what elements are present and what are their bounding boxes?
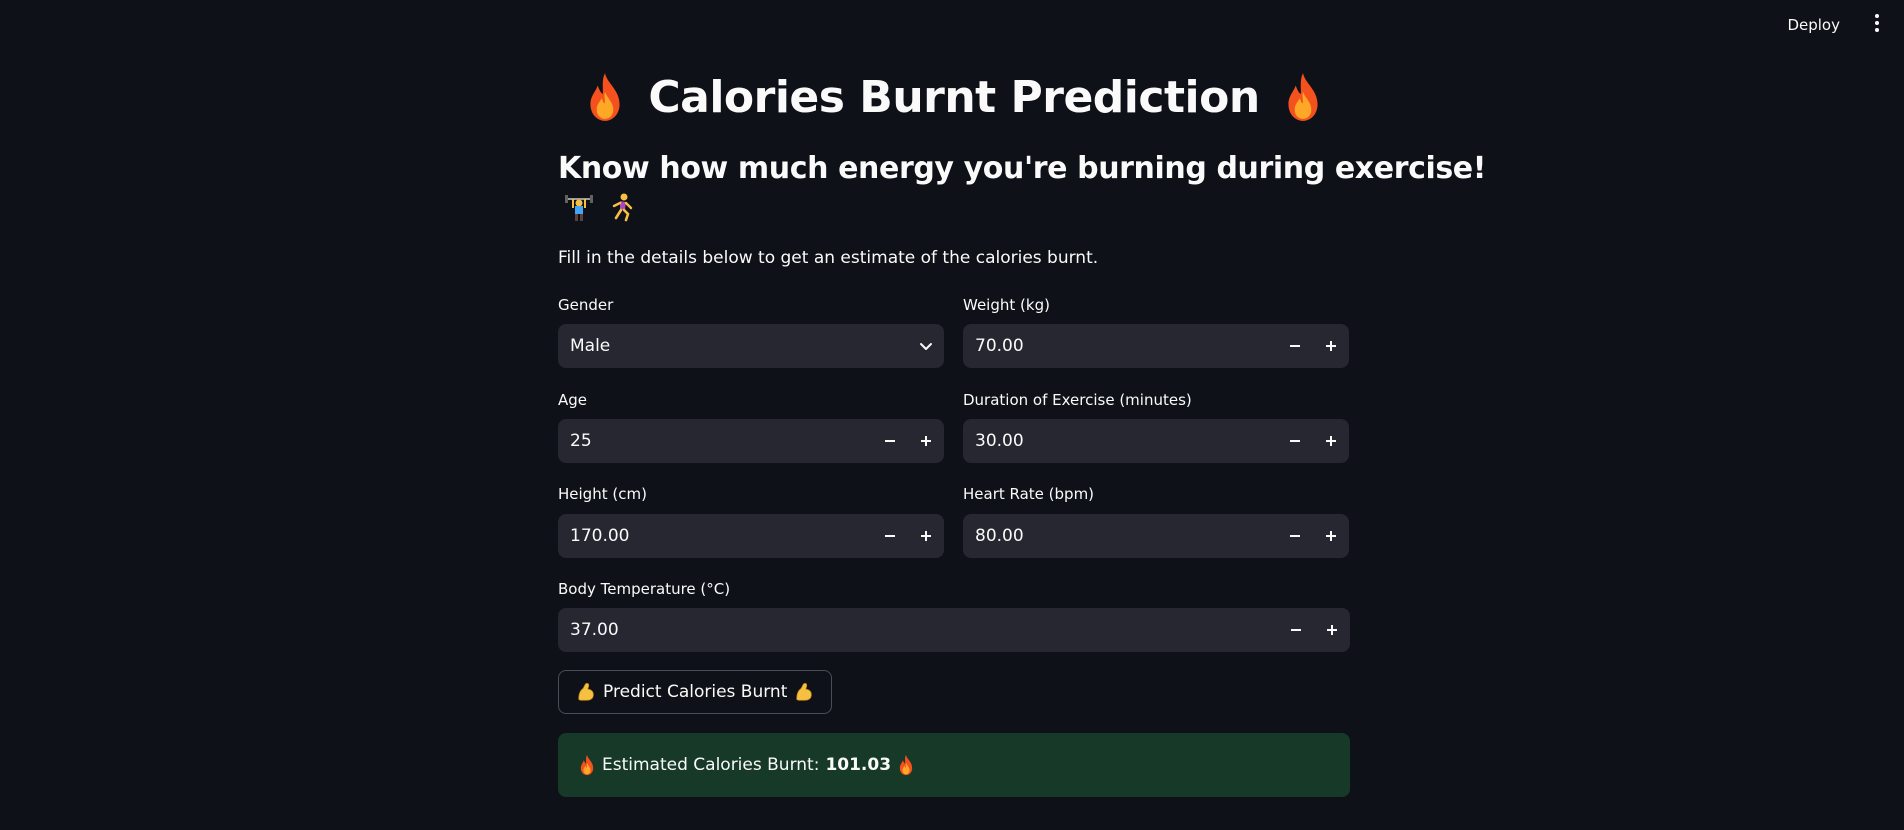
weight-value[interactable]: 70.00 <box>963 336 1277 356</box>
duration-value[interactable]: 30.00 <box>963 431 1277 451</box>
gender-label: Gender <box>558 296 614 314</box>
plus-icon <box>920 435 932 447</box>
plus-icon <box>1326 624 1338 636</box>
page-title: Calories Burnt Prediction <box>558 62 1350 132</box>
page-subtitle: Know how much energy you're burning duri… <box>558 151 1487 186</box>
minus-icon <box>1289 435 1301 447</box>
minus-icon <box>1289 530 1301 542</box>
weightlifter-icon <box>564 192 594 222</box>
fire-icon <box>897 754 915 776</box>
heart-rate-increment-button[interactable] <box>1313 514 1349 558</box>
chevron-down-icon[interactable] <box>908 324 944 368</box>
body-temp-decrement-button[interactable] <box>1278 608 1314 652</box>
height-increment-button[interactable] <box>908 514 944 558</box>
weight-input[interactable]: 70.00 <box>963 324 1349 368</box>
body-temp-increment-button[interactable] <box>1314 608 1350 652</box>
heart-rate-input[interactable]: 80.00 <box>963 514 1349 558</box>
plus-icon <box>1325 340 1337 352</box>
result-value: 101.03 <box>825 755 892 775</box>
kebab-menu-icon[interactable] <box>1872 14 1882 36</box>
plus-icon <box>920 530 932 542</box>
minus-icon <box>1289 340 1301 352</box>
height-label: Height (cm) <box>558 485 647 503</box>
plus-icon <box>1325 435 1337 447</box>
age-input[interactable]: 25 <box>558 419 944 463</box>
top-bar: Deploy <box>0 0 1904 50</box>
subtitle-icons <box>564 192 636 222</box>
duration-increment-button[interactable] <box>1313 419 1349 463</box>
weight-decrement-button[interactable] <box>1277 324 1313 368</box>
result-alert: Estimated Calories Burnt: 101.03 <box>558 733 1350 797</box>
duration-label: Duration of Exercise (minutes) <box>963 391 1192 409</box>
page-title-text: Calories Burnt Prediction <box>648 71 1260 123</box>
heart-rate-label: Heart Rate (bpm) <box>963 485 1095 503</box>
plus-icon <box>1325 530 1337 542</box>
flexed-biceps-icon <box>793 681 815 703</box>
age-value[interactable]: 25 <box>558 431 872 451</box>
page-description: Fill in the details below to get an esti… <box>558 248 1099 268</box>
gender-value: Male <box>570 336 611 356</box>
runner-icon <box>606 192 636 222</box>
predict-button[interactable]: Predict Calories Burnt <box>558 670 833 714</box>
height-decrement-button[interactable] <box>872 514 908 558</box>
flexed-biceps-icon <box>575 681 597 703</box>
heart-rate-decrement-button[interactable] <box>1277 514 1313 558</box>
body-temp-value[interactable]: 37.00 <box>558 620 1278 640</box>
minus-icon <box>884 435 896 447</box>
predict-button-label: Predict Calories Burnt <box>603 682 788 702</box>
deploy-button[interactable]: Deploy <box>1783 14 1844 36</box>
fire-icon <box>578 754 596 776</box>
fire-icon <box>584 71 626 123</box>
minus-icon <box>884 530 896 542</box>
height-input[interactable]: 170.00 <box>558 514 944 558</box>
weight-label: Weight (kg) <box>963 296 1050 314</box>
body-temp-label: Body Temperature (°C) <box>558 580 731 598</box>
age-increment-button[interactable] <box>908 419 944 463</box>
age-label: Age <box>558 391 588 409</box>
duration-input[interactable]: 30.00 <box>963 419 1349 463</box>
weight-increment-button[interactable] <box>1313 324 1349 368</box>
result-label: Estimated Calories Burnt: <box>602 755 820 775</box>
age-decrement-button[interactable] <box>872 419 908 463</box>
minus-icon <box>1290 624 1302 636</box>
heart-rate-value[interactable]: 80.00 <box>963 526 1277 546</box>
body-temp-input[interactable]: 37.00 <box>558 608 1350 652</box>
fire-icon <box>1282 71 1324 123</box>
duration-decrement-button[interactable] <box>1277 419 1313 463</box>
height-value[interactable]: 170.00 <box>558 526 872 546</box>
gender-select[interactable]: Male <box>558 324 944 368</box>
